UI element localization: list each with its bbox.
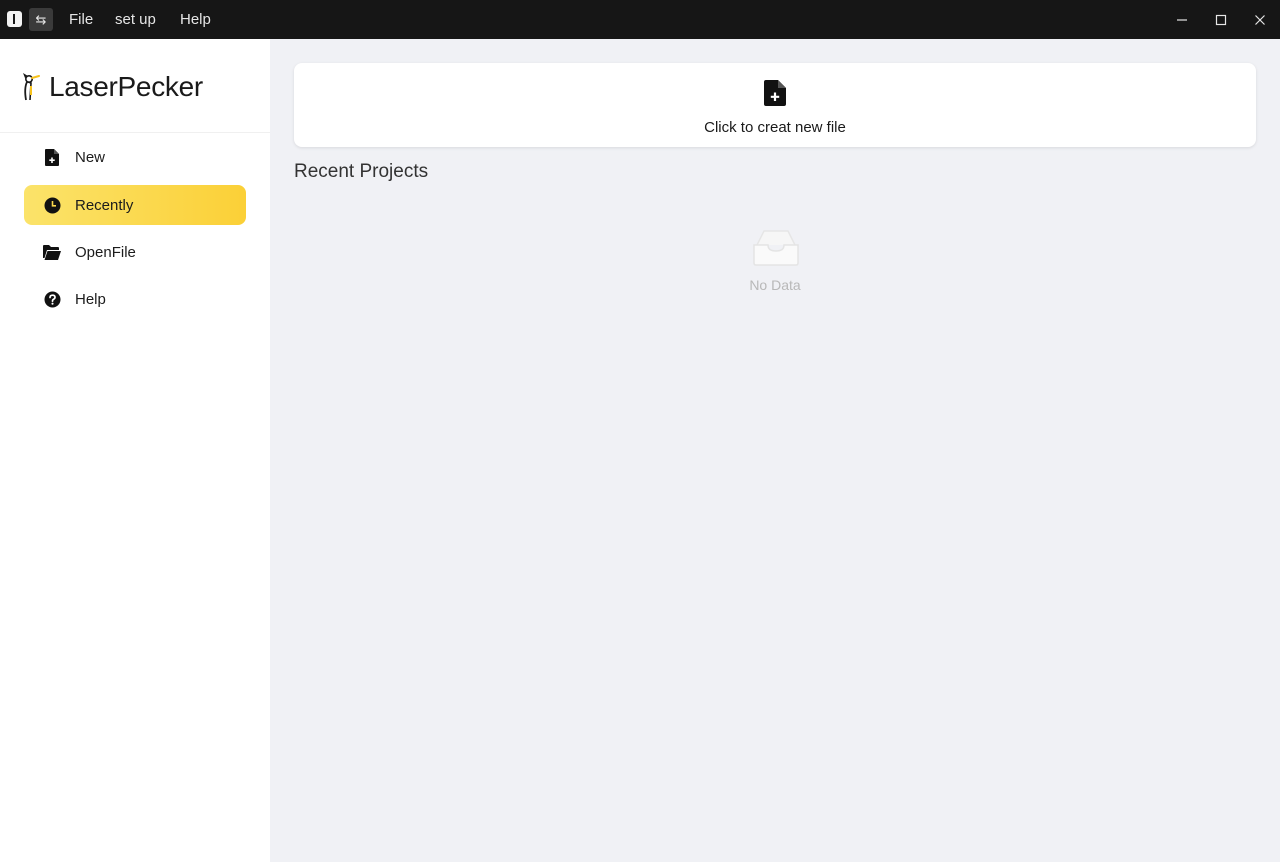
title-bar: ⇆ File set up Help bbox=[0, 0, 1280, 39]
new-file-icon bbox=[43, 148, 61, 166]
sidebar-item-label: New bbox=[75, 148, 106, 166]
minimize-icon bbox=[1177, 18, 1187, 21]
sidebar-divider bbox=[0, 132, 270, 133]
close-icon bbox=[1255, 14, 1265, 25]
sidebar-item-new[interactable]: New bbox=[24, 137, 246, 177]
maximize-icon bbox=[1215, 14, 1227, 25]
sidebar-item-recently[interactable]: Recently bbox=[24, 185, 246, 225]
clock-icon bbox=[43, 196, 61, 214]
no-data-text: No Data bbox=[749, 277, 801, 293]
maximize-button[interactable] bbox=[1201, 0, 1241, 39]
help-circle-icon bbox=[43, 290, 61, 308]
sidebar-item-label: OpenFile bbox=[75, 243, 136, 261]
close-button[interactable] bbox=[1240, 0, 1280, 39]
logo: LaserPecker bbox=[19, 69, 203, 105]
app-icon bbox=[7, 11, 22, 27]
logo-text: LaserPecker bbox=[49, 71, 203, 102]
new-file-card[interactable]: Click to creat new file bbox=[294, 63, 1256, 147]
sidebar-item-help[interactable]: Help bbox=[24, 279, 246, 319]
woodpecker-logo-icon bbox=[23, 73, 40, 101]
empty-inbox-icon bbox=[753, 230, 799, 266]
sidebar-item-label: Recently bbox=[75, 196, 134, 214]
sidebar: LaserPecker New Recently OpenFile Help bbox=[0, 39, 270, 862]
menu-help[interactable]: Help bbox=[180, 0, 211, 39]
switch-icon[interactable]: ⇆ bbox=[29, 8, 53, 31]
menu-file[interactable]: File bbox=[69, 0, 93, 39]
sidebar-item-label: Help bbox=[75, 290, 106, 308]
recent-projects-title: Recent Projects bbox=[294, 161, 429, 182]
sidebar-item-openfile[interactable]: OpenFile bbox=[24, 232, 246, 272]
new-file-card-label: Click to creat new file bbox=[704, 119, 846, 136]
minimize-button[interactable] bbox=[1162, 0, 1202, 39]
folder-open-icon bbox=[43, 243, 61, 261]
new-file-icon bbox=[764, 80, 786, 106]
menu-set-up[interactable]: set up bbox=[115, 0, 156, 39]
